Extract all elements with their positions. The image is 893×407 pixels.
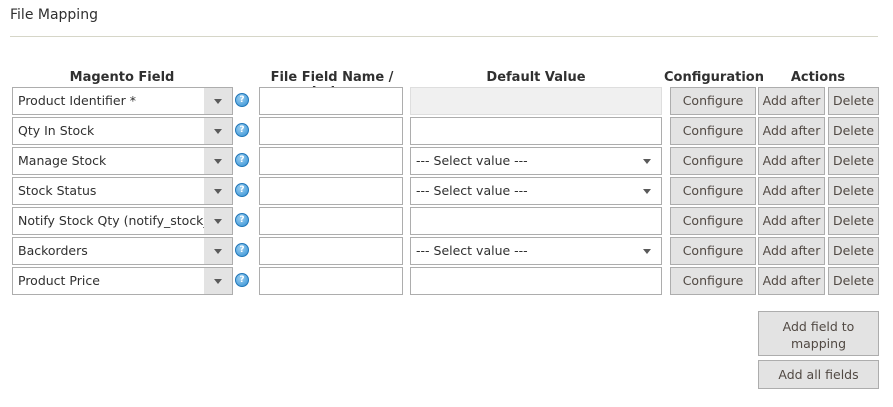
default-value-selected: --- Select value --- [416,243,528,258]
magento-field-select[interactable]: Qty In Stock [12,117,233,145]
delete-button[interactable]: Delete [828,237,879,265]
section-divider [10,36,878,37]
chevron-down-icon[interactable] [204,148,232,174]
chevron-down-icon[interactable] [633,148,661,174]
help-icon[interactable]: ? [235,93,249,107]
add-after-button[interactable]: Add after [758,177,825,205]
file-field-input[interactable] [259,267,403,295]
col-header-configuration: Configuration [664,70,764,85]
delete-button[interactable]: Delete [828,207,879,235]
add-after-button[interactable]: Add after [758,207,825,235]
help-icon[interactable]: ? [235,273,249,287]
magento-field-value: Manage Stock [18,153,107,168]
help-icon[interactable]: ? [235,213,249,227]
default-value-selected: --- Select value --- [416,183,528,198]
help-icon[interactable]: ? [235,153,249,167]
help-icon[interactable]: ? [235,123,249,137]
delete-button[interactable]: Delete [828,147,879,175]
chevron-down-icon[interactable] [633,178,661,204]
chevron-down-icon[interactable] [204,268,232,294]
col-header-magento-field: Magento Field [69,70,175,85]
add-field-button[interactable]: Add field to mapping [758,311,879,356]
configure-button[interactable]: Configure [670,267,756,295]
magento-field-select[interactable]: Notify Stock Qty (notify_stock_qty) [12,207,233,235]
delete-button[interactable]: Delete [828,267,879,295]
file-field-input[interactable] [259,237,403,265]
default-value-select[interactable]: --- Select value --- [410,237,662,265]
default-value-input[interactable] [410,207,662,235]
section-title: File Mapping [10,7,98,23]
mapping-row: Product Price ? Configure Add after Delete [0,266,893,296]
help-icon[interactable]: ? [235,183,249,197]
file-field-input[interactable] [259,87,403,115]
default-value-input[interactable] [410,267,662,295]
file-field-input[interactable] [259,177,403,205]
file-field-input[interactable] [259,147,403,175]
configure-button[interactable]: Configure [670,177,756,205]
default-value-selected: --- Select value --- [416,153,528,168]
mapping-row: Backorders ? --- Select value --- Config… [0,236,893,266]
delete-button[interactable]: Delete [828,87,879,115]
configure-button[interactable]: Configure [670,147,756,175]
add-all-fields-button[interactable]: Add all fields [758,360,879,389]
delete-button[interactable]: Delete [828,117,879,145]
mapping-row: Notify Stock Qty (notify_stock_qty) ? Con… [0,206,893,236]
chevron-down-icon[interactable] [204,178,232,204]
add-field-label: Add field to mapping [782,319,855,351]
magento-field-value: Notify Stock Qty (notify_stock_qty) [18,213,204,228]
magento-field-value: Product Price [18,273,100,288]
mapping-row: Product Identifier * ? Configure Add after… [0,86,893,116]
default-value-select[interactable]: --- Select value --- [410,147,662,175]
magento-field-select[interactable]: Manage Stock [12,147,233,175]
magento-field-value: Stock Status [18,183,97,198]
magento-field-value: Qty In Stock [18,123,95,138]
add-after-button[interactable]: Add after [758,117,825,145]
magento-field-select[interactable]: Backorders [12,237,233,265]
configure-button[interactable]: Configure [670,87,756,115]
chevron-down-icon[interactable] [204,208,232,234]
default-value-select[interactable]: --- Select value --- [410,177,662,205]
col-header-actions: Actions [790,70,846,85]
mapping-row: Manage Stock ? --- Select value --- Conf… [0,146,893,176]
add-after-button[interactable]: Add after [758,237,825,265]
delete-button[interactable]: Delete [828,177,879,205]
add-after-button[interactable]: Add after [758,267,825,295]
chevron-down-icon[interactable] [633,238,661,264]
magento-field-value: Backorders [18,243,88,258]
file-field-input[interactable] [259,207,403,235]
default-value-input-disabled [410,87,662,115]
add-after-button[interactable]: Add after [758,147,825,175]
magento-field-select[interactable]: Stock Status [12,177,233,205]
configure-button[interactable]: Configure [670,237,756,265]
mapping-row: Stock Status ? --- Select value --- Conf… [0,176,893,206]
mapping-row: Qty In Stock ? Configure Add after Delete [0,116,893,146]
chevron-down-icon[interactable] [204,118,232,144]
col-header-default-value: Default Value [486,70,586,85]
magento-field-value: Product Identifier * [18,93,136,108]
file-field-input[interactable] [259,117,403,145]
help-icon[interactable]: ? [235,243,249,257]
magento-field-select[interactable]: Product Price [12,267,233,295]
chevron-down-icon[interactable] [204,238,232,264]
add-after-button[interactable]: Add after [758,87,825,115]
chevron-down-icon[interactable] [204,88,232,114]
magento-field-select[interactable]: Product Identifier * [12,87,233,115]
configure-button[interactable]: Configure [670,117,756,145]
default-value-input[interactable] [410,117,662,145]
configure-button[interactable]: Configure [670,207,756,235]
